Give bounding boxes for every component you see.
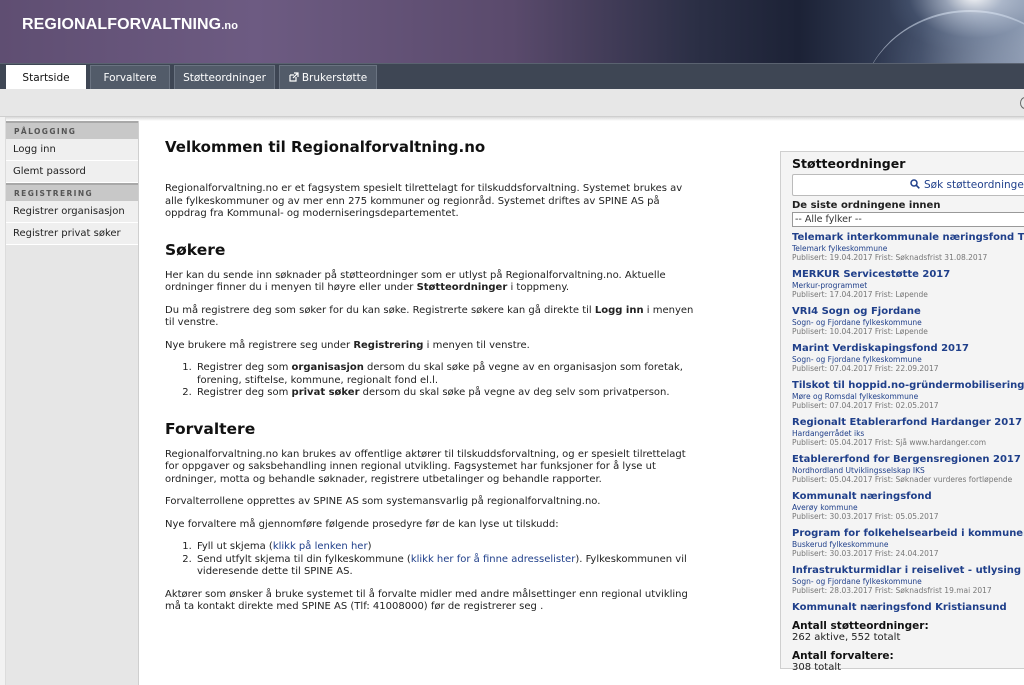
sidebar: PÅLOGGING Logg inn Glemt passord REGISTR… — [6, 121, 139, 685]
tab-stotteordninger[interactable]: Støtteordninger — [174, 65, 275, 90]
grant-item[interactable]: VRI4 Sogn og Fjordane Sogn- og Fjordane f… — [792, 306, 1024, 337]
grant-item[interactable]: Telemark interkommunale næringsfond TIN … — [792, 232, 1024, 263]
sokere-list: Registrer deg som organisasjon dersom du… — [195, 362, 695, 400]
page-title: Velkommen til Regionalforvaltning.no — [165, 138, 486, 156]
tab-brukerstotte[interactable]: Brukerstøtte — [279, 65, 377, 90]
grant-item[interactable]: Kommunalt næringsfond Kristiansund — [792, 602, 1024, 614]
grant-item[interactable]: Tilskot til hoppid.no-gründermobiliserin… — [792, 380, 1024, 411]
grant-item[interactable]: Infrastrukturmidlar i reiselivet - utlys… — [792, 565, 1024, 596]
forvaltere-paragraph-1: Regionalforvaltning.no kan brukes av off… — [165, 448, 686, 485]
grant-item[interactable]: Etablererfond for Bergensregionen 2017 No… — [792, 454, 1024, 485]
sub-toolbar — [0, 89, 1024, 117]
forvaltere-paragraph-2: Forvalterrollene opprettes av SPINE AS s… — [165, 496, 601, 507]
site-logo[interactable]: REGIONALFORVALTNING.no — [22, 16, 238, 34]
sokere-paragraph-2: Du må registrere deg som søker for du ka… — [165, 304, 694, 329]
sidebar-item-register-private[interactable]: Registrer privat søker — [6, 223, 138, 245]
tab-forvaltere[interactable]: Forvaltere — [90, 65, 170, 90]
list-item: Send utfylt skjema til din fylkeskommune… — [195, 554, 695, 579]
grant-item[interactable]: MERKUR Servicestøtte 2017 Merkur-programm… — [792, 269, 1024, 300]
form-link[interactable]: klikk på lenken her — [273, 541, 368, 552]
grants-count-label: Antall støtteordninger: — [792, 620, 929, 632]
grants-count-value: 262 aktive, 552 totalt — [792, 632, 901, 643]
sokere-paragraph-1: Her kan du sende inn søknader på støtteo… — [165, 269, 666, 294]
heading-sokere: Søkere — [165, 240, 226, 259]
search-grants-button[interactable]: Søk støtteordninger — [792, 174, 1024, 196]
admins-count-value: 308 totalt — [792, 662, 842, 673]
list-item: Registrer deg som privat søker dersom du… — [195, 387, 695, 400]
forvaltere-list: Fyll ut skjema (klikk på lenken her) Sen… — [195, 541, 695, 579]
grant-item[interactable]: Marint Verdiskapingsfond 2017 Sogn- og Fj… — [792, 343, 1024, 374]
site-header: REGIONALFORVALTNING.no — [0, 0, 1024, 63]
grant-item[interactable]: Kommunalt næringsfond Averøy kommune Publi… — [792, 491, 1024, 522]
grants-panel: Støtteordninger Søk støtteordninger De s… — [780, 151, 1024, 673]
sidebar-item-register-organisation[interactable]: Registrer organisasjon — [6, 201, 138, 223]
address-list-link[interactable]: klikk her for å finne adresselister — [411, 554, 575, 565]
panel-title: Støtteordninger — [792, 156, 906, 171]
filter-label: De siste ordningene innen — [792, 200, 941, 211]
tab-brukerstotte-label: Brukerstøtte — [301, 72, 368, 84]
header-glow — [890, 0, 1024, 50]
top-nav: Startside Forvaltere Støtteordninger Bru… — [0, 63, 1024, 90]
list-item: Fyll ut skjema (klikk på lenken her) — [195, 541, 695, 554]
intro-text: Regionalforvaltning.no er et fagsystem s… — [165, 183, 683, 219]
tab-startside[interactable]: Startside — [6, 65, 86, 90]
sidebar-item-login[interactable]: Logg inn — [6, 139, 138, 161]
forvaltere-paragraph-3: Nye forvaltere må gjennomføre følgende p… — [165, 518, 559, 530]
sidebar-section-login: PÅLOGGING — [6, 121, 138, 139]
sidebar-section-registration: REGISTRERING — [6, 183, 138, 201]
list-item: Registrer deg som organisasjon dersom du… — [195, 362, 695, 387]
grant-item[interactable]: Program for folkehelsearbeid i kommuner B… — [792, 528, 1024, 559]
search-icon — [910, 179, 920, 189]
admins-count-label: Antall forvaltere: — [792, 650, 894, 662]
sokere-paragraph-3: Nye brukere må registrere seg under Regi… — [165, 339, 530, 351]
search-grants-label: Søk støtteordninger — [924, 179, 1024, 191]
divider — [0, 117, 1024, 121]
external-link-icon — [289, 72, 299, 82]
heading-forvaltere: Forvaltere — [165, 419, 256, 438]
forvaltere-paragraph-4: Aktører som ønsker å bruke systemet til … — [165, 588, 688, 613]
main-content: Velkommen til Regionalforvaltning.no Reg… — [165, 138, 695, 624]
grant-item[interactable]: Regionalt Etablerarfond Hardanger 2017 Ha… — [792, 417, 1024, 448]
sidebar-item-forgot-password[interactable]: Glemt passord — [6, 161, 138, 183]
county-select[interactable]: -- Alle fylker -- — [792, 212, 1024, 227]
help-icon[interactable] — [1020, 97, 1024, 109]
